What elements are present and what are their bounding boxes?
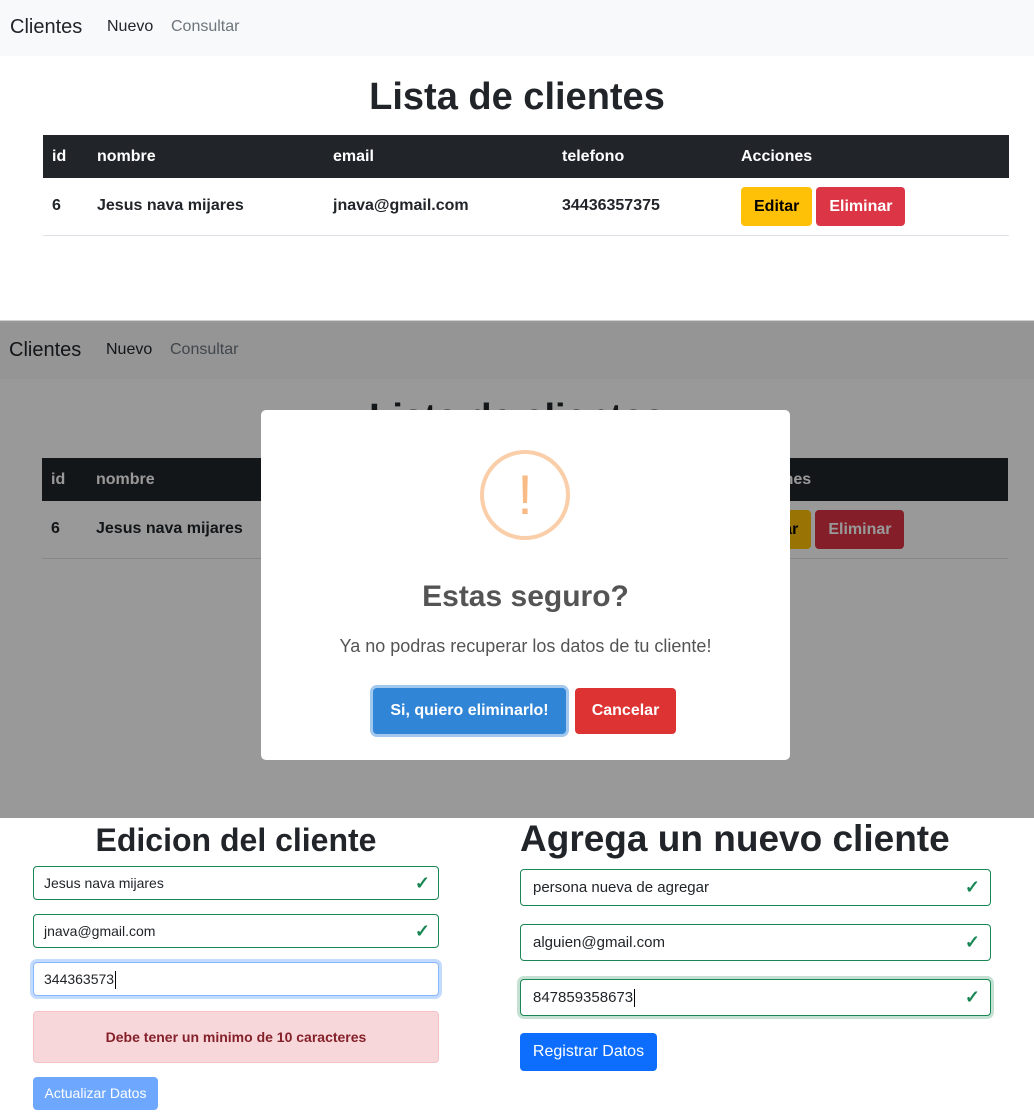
dialog-message: Ya no podras recuperar los datos de tu c…: [339, 636, 712, 656]
edit-button[interactable]: Editar: [741, 186, 813, 226]
cell-email: jnava@gmail.com: [324, 178, 553, 236]
dialog-title: Estas seguro?: [422, 580, 629, 613]
new-email-field[interactable]: alguien@gmail.com ✓: [520, 924, 991, 961]
validation-error-alert: Debe tener un minimo de 10 caracteres: [33, 1011, 439, 1063]
edit-phone-value: 344363573: [44, 971, 115, 987]
check-icon: ✓: [964, 877, 980, 897]
new-phone-field[interactable]: 847859358673 ✓: [520, 979, 991, 1016]
edit-email-value: jnava@gmail.com: [44, 923, 156, 939]
warning-icon: !: [480, 450, 570, 540]
nav-link-new[interactable]: Nuevo: [107, 18, 153, 36]
edit-email-field[interactable]: jnava@gmail.com ✓: [33, 914, 439, 948]
edit-phone-field[interactable]: 344363573: [33, 962, 439, 996]
table-row: 6 Jesus nava mijares jnava@gmail.com 344…: [43, 178, 1009, 236]
register-data-button[interactable]: Registrar Datos: [520, 1033, 657, 1071]
page-title: Lista de clientes: [369, 76, 665, 118]
new-name-value: persona nueva de agregar: [533, 879, 709, 896]
cell-id: 6: [43, 178, 88, 236]
new-name-field[interactable]: persona nueva de agregar ✓: [520, 869, 991, 906]
text-cursor: [115, 971, 117, 990]
delete-button[interactable]: Eliminar: [816, 186, 906, 226]
check-icon: ✓: [964, 932, 980, 952]
forms-screen: Edicion del cliente Jesus nava mijares ✓…: [0, 818, 1034, 1117]
check-icon: ✓: [414, 873, 430, 893]
edit-form-title: Edicion del cliente: [95, 822, 377, 858]
new-email-value: alguien@gmail.com: [533, 934, 665, 951]
update-data-button[interactable]: Actualizar Datos: [33, 1077, 158, 1110]
nav-link-consult[interactable]: Consultar: [171, 18, 239, 36]
edit-name-field[interactable]: Jesus nava mijares ✓: [33, 866, 439, 900]
client-list-screen: Clientes Nuevo Consultar Lista de client…: [0, 0, 1034, 318]
navbar-brand[interactable]: Clientes: [10, 16, 82, 39]
confirm-delete-button[interactable]: Si, quiero eliminarlo!: [373, 688, 566, 734]
cell-acciones: EditarEliminar: [732, 178, 1009, 236]
column-header-nombre: nombre: [88, 135, 324, 178]
cell-nombre: Jesus nava mijares: [88, 178, 324, 236]
cell-telefono: 34436357375: [553, 178, 732, 236]
new-form-title: Agrega un nuevo cliente: [520, 818, 950, 859]
text-cursor: [634, 989, 636, 1008]
check-icon: ✓: [964, 987, 980, 1007]
column-header-email: email: [324, 135, 553, 178]
delete-confirmation-screen: Clientes Nuevo Consultar Lista de client…: [0, 320, 1034, 818]
column-header-telefono: telefono: [553, 135, 732, 178]
column-header-id: id: [43, 135, 88, 178]
edit-name-value: Jesus nava mijares: [44, 875, 164, 891]
confirm-dialog: ! Estas seguro? Ya no podras recuperar l…: [261, 410, 790, 760]
cancel-button[interactable]: Cancelar: [575, 688, 676, 734]
navbar: Clientes Nuevo Consultar: [0, 0, 1034, 56]
table-header-row: id nombre email telefono Acciones: [43, 135, 1009, 178]
new-phone-value: 847859358673: [533, 989, 634, 1006]
column-header-acciones: Acciones: [732, 135, 1009, 178]
check-icon: ✓: [414, 921, 430, 941]
clients-table: id nombre email telefono Acciones 6 Jesu…: [43, 135, 1009, 236]
